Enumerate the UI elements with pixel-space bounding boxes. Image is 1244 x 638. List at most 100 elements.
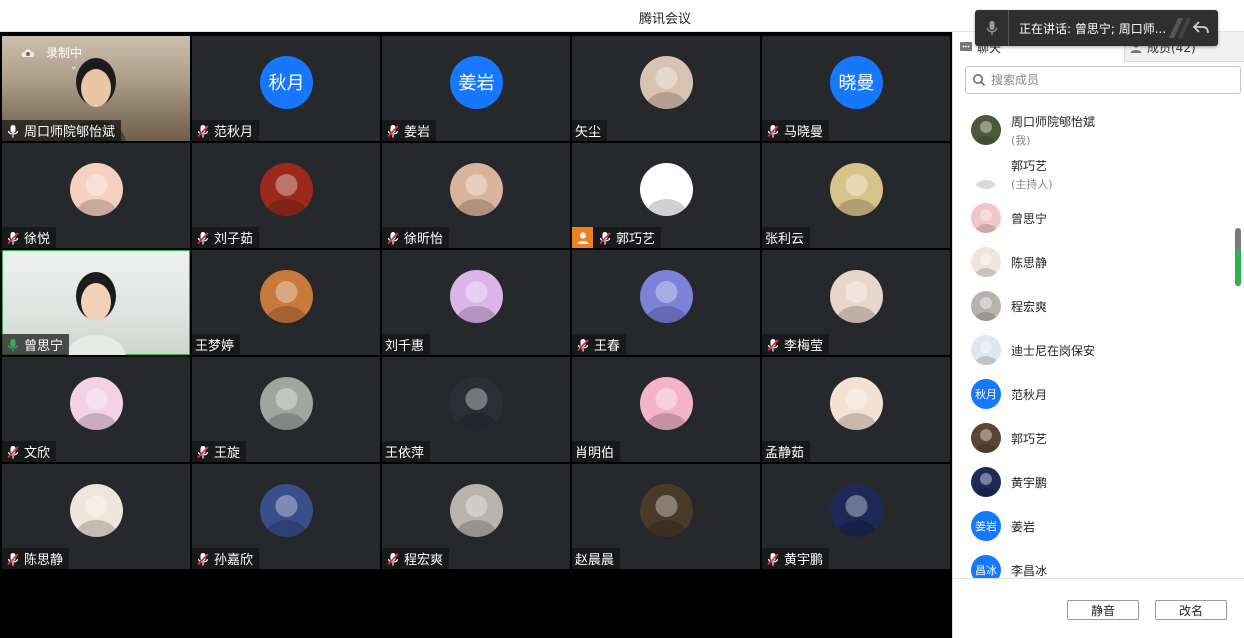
member-name: 程宏爽 — [1011, 299, 1048, 314]
member-info: 迪士尼在岗保安 — [1011, 342, 1095, 359]
participant-tile[interactable]: 陈思静 — [2, 464, 190, 569]
rename-button[interactable]: 改名 — [1155, 600, 1227, 620]
participant-avatar — [260, 269, 313, 323]
member-info: 曾思宁 — [1011, 210, 1047, 227]
video-grid: 录制中 ⌄ 周口师院郇怡斌 秋月 范秋月 姜岩 姜岩 矢尘 晓曼 马晓曼徐悦 刘子茹徐昕怡 郭巧艺 张利… — [2, 36, 952, 570]
member-row[interactable]: 姜岩 姜岩 — [971, 506, 1035, 546]
mic-muted-icon — [5, 551, 21, 567]
microphone-icon — [986, 21, 997, 35]
search-icon — [973, 74, 986, 87]
search-input[interactable] — [991, 73, 1221, 87]
participant-tile[interactable]: 刘子茹 — [192, 143, 380, 248]
microphone-icon — [5, 123, 21, 139]
participant-name: 赵晨晨 — [575, 553, 615, 568]
member-row[interactable]: 秋月 范秋月 — [971, 374, 1047, 414]
mic-muted-icon — [5, 444, 21, 460]
member-row[interactable]: 郭巧艺 — [971, 418, 1047, 458]
member-avatar: 秋月 — [971, 379, 1001, 409]
participant-tile[interactable]: 秋月 范秋月 — [192, 36, 380, 141]
mic-muted-icon — [385, 230, 401, 246]
participant-namebar: 王春 — [572, 334, 627, 355]
cloud-record-icon — [21, 49, 35, 57]
participant-tile[interactable]: 刘千惠 — [382, 250, 570, 355]
member-row[interactable]: 程宏爽 — [971, 286, 1047, 326]
participant-tile[interactable]: 程宏爽 — [382, 464, 570, 569]
participant-namebar: 赵晨晨 — [572, 548, 621, 569]
participant-tile[interactable]: 王春 — [572, 250, 760, 355]
participant-namebar: 矢尘 — [572, 120, 608, 141]
participant-namebar: 刘千惠 — [382, 334, 431, 355]
participant-namebar: 文欣 — [2, 441, 57, 462]
participant-tile[interactable]: 王旋 — [192, 357, 380, 462]
member-name: 姜岩 — [1011, 519, 1036, 534]
microphone-icon — [5, 337, 21, 353]
member-name: 陈思静 — [1011, 255, 1048, 270]
member-row[interactable]: 陈思静 — [971, 242, 1047, 282]
participant-tile[interactable]: 文欣 — [2, 357, 190, 462]
member-row[interactable]: 曾思宁 — [971, 198, 1047, 238]
mic-muted-icon — [575, 337, 591, 353]
recording-label: 录制中 — [46, 46, 83, 60]
mic-muted-icon — [195, 551, 211, 567]
speaking-banner: 正在讲话: 曾思宁; 周口师... — [975, 10, 1218, 46]
member-row[interactable]: 黄宇鹏 — [971, 462, 1047, 502]
participant-name: 徐昕怡 — [404, 232, 444, 247]
member-avatar — [971, 423, 1001, 453]
participant-name: 肖明伯 — [575, 446, 615, 461]
member-name: 迪士尼在岗保安 — [1011, 343, 1096, 358]
participant-name: 矢尘 — [575, 125, 602, 140]
member-avatar — [971, 159, 1001, 189]
participant-name: 文欣 — [24, 446, 51, 461]
speaking-mic — [975, 10, 1009, 46]
mic-muted-icon — [765, 337, 781, 353]
recording-indicator[interactable]: 录制中 ⌄ — [20, 44, 83, 72]
member-avatar — [971, 467, 1001, 497]
participant-avatar — [830, 483, 883, 537]
member-search[interactable] — [965, 66, 1241, 94]
participant-namebar: 周口师院郇怡斌 — [2, 120, 122, 141]
mic-muted-icon — [597, 230, 613, 246]
participant-namebar: 程宏爽 — [382, 548, 450, 569]
participant-avatar — [640, 269, 693, 323]
participant-tile[interactable]: 晓曼 马晓曼 — [762, 36, 950, 141]
member-avatar — [971, 203, 1001, 233]
member-row[interactable]: 迪士尼在岗保安 — [971, 330, 1095, 370]
member-list-scrollbar[interactable] — [1235, 228, 1241, 286]
participant-tile[interactable]: 肖明伯 — [572, 357, 760, 462]
participant-tile[interactable]: 徐悦 — [2, 143, 190, 248]
member-row[interactable]: 昌冰 李昌冰 — [971, 550, 1047, 578]
participant-tile[interactable]: 曾思宁 — [2, 250, 190, 355]
member-info: 程宏爽 — [1011, 298, 1047, 315]
chevron-down-icon[interactable]: ⌄ — [70, 62, 78, 72]
participant-avatar — [640, 55, 693, 109]
participant-tile[interactable]: 赵晨晨 — [572, 464, 760, 569]
participant-avatar — [260, 162, 313, 216]
participant-tile[interactable]: 孟静茹 — [762, 357, 950, 462]
member-row[interactable]: 周口师院郇怡斌 (我) — [971, 110, 1095, 150]
mute-all-button[interactable]: 静音 — [1067, 600, 1139, 620]
member-info: 陈思静 — [1011, 254, 1047, 271]
participant-name: 马晓曼 — [784, 125, 824, 140]
participant-tile[interactable]: 王梦婷 — [192, 250, 380, 355]
member-row[interactable]: 郭巧艺 (主持人) — [971, 154, 1053, 194]
participant-tile[interactable]: 姜岩 姜岩 — [382, 36, 570, 141]
participant-name: 王依萍 — [385, 446, 425, 461]
member-name: 曾思宁 — [1011, 211, 1048, 226]
participant-tile[interactable]: 矢尘 — [572, 36, 760, 141]
participant-tile[interactable]: 录制中 ⌄ 周口师院郇怡斌 — [2, 36, 190, 141]
participant-tile[interactable]: 黄宇鹏 — [762, 464, 950, 569]
participant-tile[interactable]: 王依萍 — [382, 357, 570, 462]
participant-tile[interactable]: 徐昕怡 — [382, 143, 570, 248]
participant-tile[interactable]: 张利云 — [762, 143, 950, 248]
participant-tile[interactable]: 李梅莹 — [762, 250, 950, 355]
participant-tile[interactable]: 郭巧艺 — [572, 143, 760, 248]
participant-namebar: 郭巧艺 — [572, 227, 662, 248]
participant-avatar — [70, 162, 123, 216]
participant-namebar: 曾思宁 — [2, 334, 70, 355]
participant-tile[interactable]: 孙嘉欣 — [192, 464, 380, 569]
participant-avatar — [830, 162, 883, 216]
participant-name: 周口师院郇怡斌 — [24, 125, 116, 140]
participant-namebar: 马晓曼 — [762, 120, 830, 141]
speaking-text: 正在讲话: 曾思宁; 周口师... — [1019, 21, 1165, 36]
collapse-arrow-icon[interactable] — [1192, 19, 1210, 37]
